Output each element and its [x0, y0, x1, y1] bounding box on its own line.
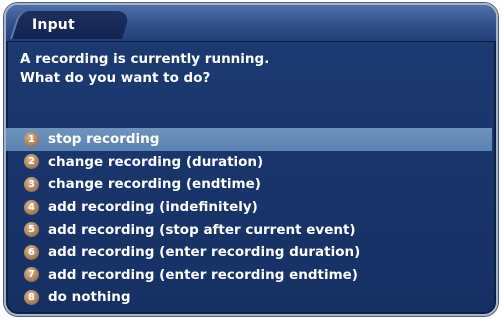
option-add-recording-enter-duration[interactable]: 6 add recording (enter recording duratio… — [6, 241, 496, 264]
number-badge-icon: 6 — [24, 244, 39, 260]
option-change-recording-duration[interactable]: 2 change recording (duration) — [6, 151, 496, 174]
number-badge-icon: 5 — [24, 222, 39, 238]
option-add-recording-stop-after-event[interactable]: 5 add recording (stop after current even… — [6, 218, 496, 241]
input-dialog: Input A recording is currently running. … — [4, 3, 498, 316]
option-label: add recording (enter recording endtime) — [48, 266, 358, 283]
option-label: stop recording — [48, 131, 160, 148]
option-label: do nothing — [48, 289, 131, 306]
option-label: add recording (stop after current event) — [48, 221, 356, 238]
dialog-title: Input — [32, 17, 75, 33]
option-label: change recording (duration) — [48, 153, 264, 170]
option-change-recording-endtime[interactable]: 3 change recording (endtime) — [6, 173, 496, 196]
title-bar: Input — [6, 5, 496, 42]
number-badge-icon: 3 — [24, 176, 39, 192]
dialog-message: A recording is currently running. What d… — [20, 51, 270, 86]
option-stop-recording[interactable]: 1 stop recording — [6, 128, 492, 151]
option-add-recording-indefinitely[interactable]: 4 add recording (indefinitely) — [6, 196, 496, 219]
number-badge-icon: 2 — [24, 154, 39, 170]
number-badge-icon: 7 — [24, 267, 39, 283]
number-badge-icon: 1 — [24, 131, 39, 147]
option-add-recording-enter-endtime[interactable]: 7 add recording (enter recording endtime… — [6, 264, 496, 287]
option-label: add recording (enter recording duration) — [48, 244, 361, 261]
number-badge-icon: 8 — [24, 289, 39, 305]
option-do-nothing[interactable]: 8 do nothing — [6, 286, 496, 309]
number-badge-icon: 4 — [24, 199, 39, 215]
option-label: add recording (indefinitely) — [48, 199, 258, 216]
option-label: change recording (endtime) — [48, 176, 261, 193]
options-menu: 1 stop recording 2 change recording (dur… — [6, 128, 496, 309]
